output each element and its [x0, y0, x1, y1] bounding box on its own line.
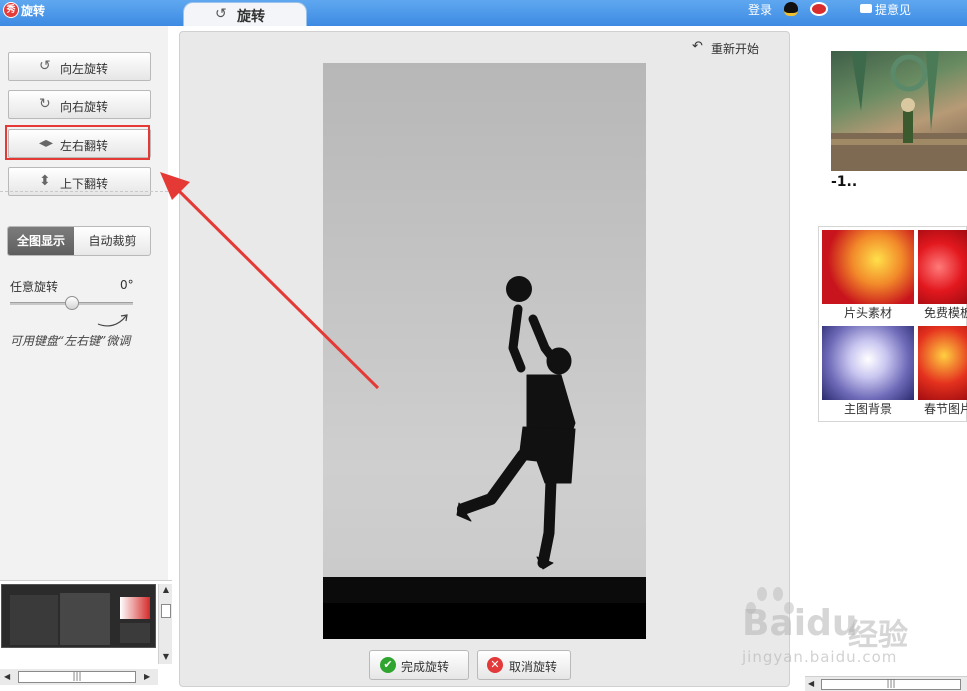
highlight-box — [5, 125, 150, 160]
title-bar: 秀 旋转 ↺ 旋转 登录 提意见 — [0, 0, 967, 26]
navigator-vertical-scrollbar[interactable]: ▲ ▼ — [158, 584, 172, 664]
rotate-left-icon: ↺ — [39, 58, 51, 74]
tab-rotate[interactable]: ↺ 旋转 — [183, 2, 307, 26]
tile-main-background[interactable] — [822, 326, 914, 400]
scroll-left-icon[interactable]: ◀ — [808, 679, 814, 688]
hint-arrow-icon — [97, 314, 128, 327]
tile-label: 免费模板 — [923, 306, 967, 320]
rotate-right-label: 向右旋转 — [60, 100, 109, 114]
tile-spring-festival[interactable] — [918, 326, 967, 400]
free-rotate-value: 0° — [120, 278, 134, 292]
slider-thumb[interactable] — [64, 296, 79, 310]
right-horizontal-scrollbar[interactable]: ◀ ||| — [805, 676, 967, 691]
annotation-arrow — [160, 172, 380, 390]
feedback-link[interactable]: 提意见 — [875, 1, 911, 18]
auto-crop-button[interactable]: 自动裁剪 — [74, 227, 150, 255]
featured-title: -1.. — [831, 174, 858, 190]
scroll-left-icon[interactable]: ◀ — [4, 672, 10, 681]
featured-thumbnail[interactable] — [831, 51, 967, 171]
display-mode-toggle: 全图显示 自动裁剪 — [7, 226, 151, 256]
rotate-right-icon: ↻ — [39, 96, 51, 112]
tile-label: 片头素材 — [843, 306, 892, 320]
rotate-left-label: 向左旋转 — [60, 62, 109, 76]
qq-icon[interactable] — [784, 2, 798, 16]
scroll-up-icon[interactable]: ▲ — [159, 585, 173, 594]
cancel-rotate-label: 取消旋转 — [509, 660, 558, 674]
login-link[interactable]: 登录 — [748, 1, 772, 18]
scroll-down-icon[interactable]: ▼ — [159, 652, 173, 661]
navigator-panel: ▲ ▼ ◀ ||| ▶ — [0, 580, 172, 691]
weibo-icon[interactable] — [810, 2, 828, 16]
cancel-rotate-button[interactable]: ✕ 取消旋转 — [477, 650, 571, 680]
scroll-thumb[interactable]: ||| — [18, 671, 136, 683]
tab-rotate-label: 旋转 — [237, 9, 265, 25]
scroll-right-icon[interactable]: ▶ — [144, 672, 150, 681]
navigator-thumbnail[interactable] — [1, 584, 156, 648]
scroll-thumb[interactable] — [161, 604, 171, 618]
scroll-thumb[interactable]: ||| — [821, 679, 961, 690]
check-icon: ✔ — [380, 657, 396, 673]
divider — [0, 191, 168, 192]
keyboard-hint: 可用键盘“左右键”微调 — [10, 334, 131, 348]
restart-button[interactable]: 重新开始 — [711, 40, 759, 57]
watermark-url: jingyan.baidu.com — [742, 648, 898, 666]
tile-intro-material[interactable] — [822, 230, 914, 304]
rotate-right-button[interactable]: ↻ 向右旋转 — [8, 90, 151, 119]
rotate-icon: ↺ — [215, 6, 227, 22]
chat-bubble-icon — [860, 4, 872, 13]
show-full-button[interactable]: 全图显示 — [8, 227, 74, 255]
rotate-left-button[interactable]: ↺ 向左旋转 — [8, 52, 151, 81]
watermark-brand: Baidu — [742, 603, 858, 644]
flip-vertical-label: 上下翻转 — [60, 177, 109, 191]
free-rotate-label: 任意旋转 — [10, 280, 59, 294]
close-icon: ✕ — [487, 657, 503, 673]
finish-rotate-button[interactable]: ✔ 完成旋转 — [369, 650, 469, 680]
app-title: 旋转 — [21, 4, 46, 18]
tile-label: 春节图片 — [923, 402, 967, 416]
undo-icon: ↶ — [692, 39, 703, 54]
app-logo-icon: 秀 — [3, 2, 19, 18]
tile-label: 主图背景 — [843, 402, 892, 416]
finish-rotate-label: 完成旋转 — [401, 660, 450, 674]
flip-vertical-icon: ⬍ — [39, 173, 51, 189]
navigator-horizontal-scrollbar[interactable]: ◀ ||| ▶ — [0, 669, 158, 685]
tile-free-template[interactable] — [918, 230, 967, 304]
